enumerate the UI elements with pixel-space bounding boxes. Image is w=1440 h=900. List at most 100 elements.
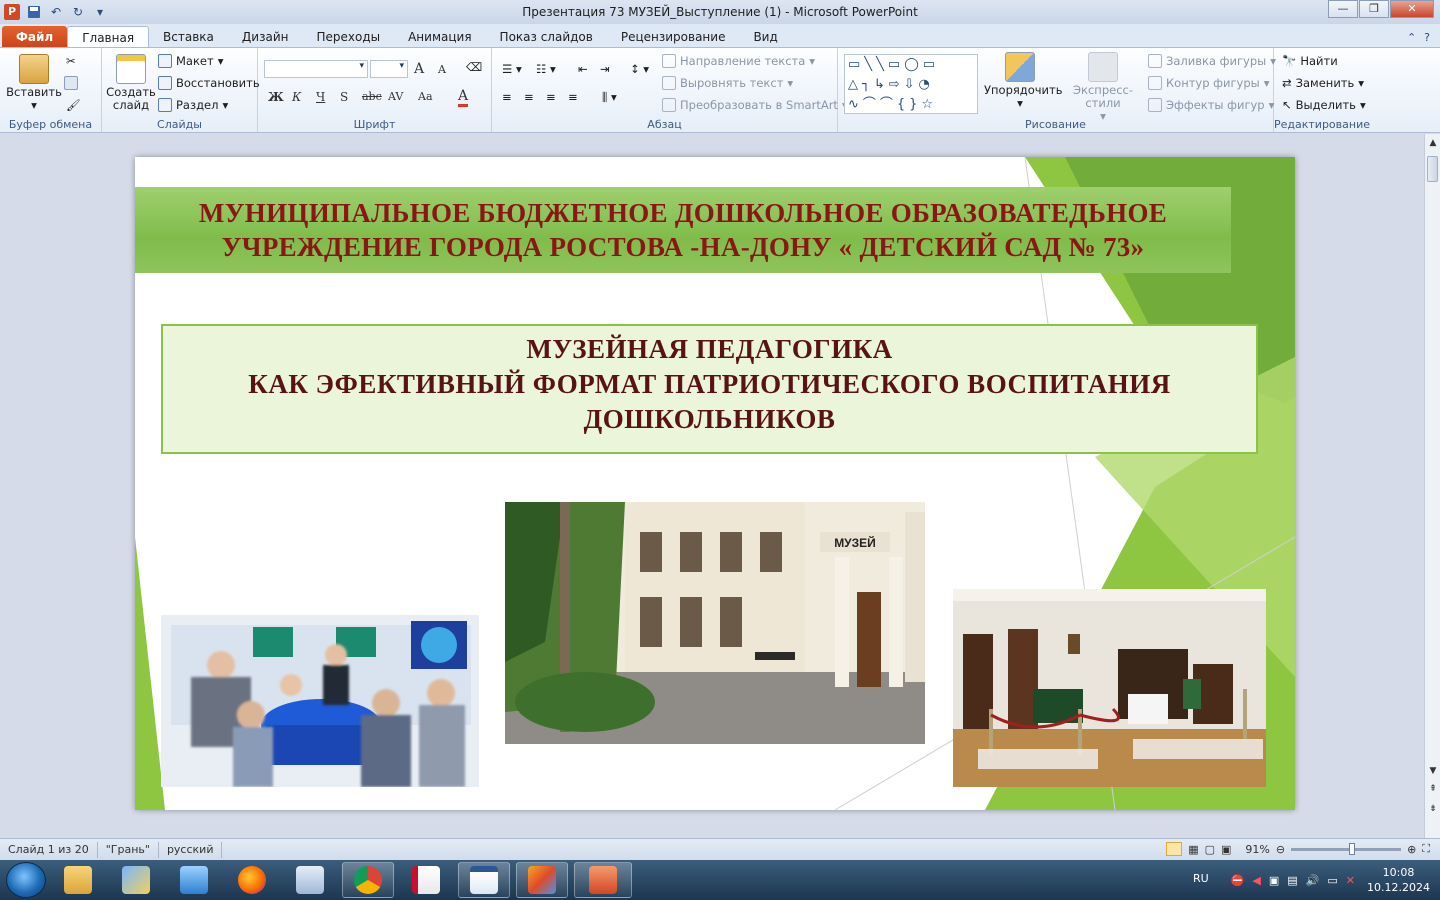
input-language[interactable]: RU: [1193, 872, 1209, 885]
copy-icon[interactable]: [64, 76, 78, 90]
shrink-font-button[interactable]: A: [438, 63, 446, 76]
paste-button[interactable]: Вставить ▾: [6, 54, 62, 112]
start-button[interactable]: [6, 862, 46, 898]
museum-building-photo[interactable]: МУЗЕЙ: [505, 502, 925, 744]
taskbar-firefox[interactable]: [226, 862, 278, 898]
font-name-combo[interactable]: ▾: [264, 60, 368, 78]
scroll-up-icon[interactable]: ▲: [1425, 136, 1440, 150]
zoom-slider[interactable]: [1291, 842, 1402, 855]
slide-canvas[interactable]: МУНИЦИПАЛЬНОЕ БЮДЖЕТНОЕ ДОШКОЛЬНОЕ ОБРАЗ…: [135, 157, 1295, 810]
reading-view-icon[interactable]: ▢: [1205, 843, 1215, 856]
vertical-scrollbar[interactable]: ▲ ▼ ⇞ ⇟: [1424, 134, 1440, 838]
taskbar-calculator[interactable]: [284, 862, 336, 898]
scroll-thumb[interactable]: [1427, 156, 1438, 182]
taskbar-paint[interactable]: [110, 862, 162, 898]
font-size-combo[interactable]: ▾: [370, 60, 408, 78]
slideshow-icon[interactable]: ▣: [1221, 843, 1231, 856]
previous-slide-icon[interactable]: ⇞: [1425, 782, 1440, 796]
new-slide-button[interactable]: Создать слайд: [106, 54, 156, 112]
tab-home[interactable]: Главная: [67, 26, 150, 48]
tab-insert[interactable]: Вставка: [149, 26, 228, 48]
align-text-button[interactable]: Выровнять текст ▾: [662, 76, 793, 90]
italic-button[interactable]: К: [292, 90, 301, 104]
underline-button[interactable]: Ч: [316, 90, 325, 104]
tab-transitions[interactable]: Переходы: [302, 26, 394, 48]
decrease-indent-icon[interactable]: ⇤: [578, 62, 588, 76]
taskbar-document[interactable]: [458, 862, 510, 898]
shape-effects-button[interactable]: Эффекты фигур ▾: [1148, 98, 1274, 112]
close-button[interactable]: ✕: [1390, 0, 1434, 18]
clock[interactable]: 10:08 10.12.2024: [1367, 865, 1430, 895]
quick-styles-button[interactable]: Экспресс-стили ▾: [1060, 52, 1146, 123]
scroll-down-icon[interactable]: ▼: [1425, 764, 1440, 778]
taskbar-media[interactable]: [168, 862, 220, 898]
taskbar-explorer[interactable]: [52, 862, 104, 898]
smartart-button[interactable]: Преобразовать в SmartArt ▾: [662, 98, 848, 112]
fit-slide-icon[interactable]: ⛶: [1422, 842, 1430, 856]
taskbar-powerpoint[interactable]: [574, 862, 632, 898]
format-painter-icon[interactable]: 🖌: [66, 98, 81, 112]
find-button[interactable]: 🔭 Найти: [1282, 54, 1338, 68]
align-left-icon[interactable]: ≡: [502, 90, 512, 104]
help-icon[interactable]: ?: [1424, 31, 1430, 44]
tab-slideshow[interactable]: Показ слайдов: [486, 26, 607, 48]
shadow-button[interactable]: S: [340, 90, 348, 104]
tab-view[interactable]: Вид: [739, 26, 791, 48]
save-icon[interactable]: [26, 4, 42, 20]
line-spacing-icon[interactable]: ↕ ▾: [630, 62, 649, 76]
zoom-in-icon[interactable]: ⊕: [1407, 843, 1416, 856]
minimize-button[interactable]: —: [1328, 0, 1358, 18]
align-center-icon[interactable]: ≡: [524, 90, 534, 104]
next-slide-icon[interactable]: ⇟: [1425, 802, 1440, 816]
restore-button[interactable]: ❐: [1359, 0, 1389, 18]
select-button[interactable]: ↖ Выделить ▾: [1282, 98, 1366, 112]
cut-icon[interactable]: ✂: [66, 54, 76, 68]
tab-file[interactable]: Файл: [2, 26, 68, 48]
powerpoint-app-icon[interactable]: P: [4, 4, 20, 20]
change-case-button[interactable]: Aa: [418, 90, 433, 103]
minimize-ribbon-icon[interactable]: ⌃: [1407, 31, 1416, 44]
align-right-icon[interactable]: ≡: [546, 90, 556, 104]
taskbar-gallery[interactable]: [516, 862, 568, 898]
replace-button[interactable]: ⇄ Заменить ▾: [1282, 76, 1364, 90]
zoom-out-icon[interactable]: ⊖: [1276, 843, 1285, 856]
bold-button[interactable]: Ж: [268, 90, 284, 104]
tray-display-icon[interactable]: ▭: [1327, 874, 1337, 887]
font-color-button[interactable]: A: [458, 88, 469, 107]
slide-sorter-icon[interactable]: ▦: [1188, 843, 1198, 856]
numbering-icon[interactable]: ☷ ▾: [536, 62, 556, 76]
shapes-gallery[interactable]: ▭╲╲▭◯▭ △┐↳⇨⇩◔ ∿⌒⌒{}☆: [844, 54, 978, 114]
tray-monitor-icon[interactable]: ▤: [1287, 874, 1297, 887]
tab-review[interactable]: Рецензирование: [607, 26, 740, 48]
redo-icon[interactable]: ↻: [70, 4, 86, 20]
museum-interior-photo[interactable]: [953, 589, 1266, 787]
tab-animation[interactable]: Анимация: [394, 26, 485, 48]
shape-outline-button[interactable]: Контур фигуры ▾: [1148, 76, 1270, 90]
arrange-button[interactable]: Упорядочить ▾: [984, 52, 1063, 110]
text-direction-button[interactable]: Направление текста ▾: [662, 54, 815, 68]
zoom-slider-knob[interactable]: [1348, 842, 1355, 855]
char-spacing-button[interactable]: AV: [388, 90, 403, 103]
columns-icon[interactable]: ⫼ ▾: [602, 90, 617, 105]
bullets-icon[interactable]: ☰ ▾: [502, 62, 522, 76]
taskbar-chrome[interactable]: [342, 862, 394, 898]
reset-button[interactable]: Восстановить: [158, 76, 260, 90]
language-indicator[interactable]: русский: [159, 841, 223, 858]
layout-button[interactable]: Макет ▾: [158, 54, 223, 68]
grow-font-button[interactable]: A: [414, 61, 424, 77]
section-button[interactable]: Раздел ▾: [158, 98, 228, 112]
tray-antivirus-icon[interactable]: ⛔: [1231, 874, 1245, 887]
taskbar-pdf[interactable]: [400, 862, 452, 898]
increase-indent-icon[interactable]: ⇥: [600, 62, 610, 76]
tab-design[interactable]: Дизайн: [228, 26, 303, 48]
tray-speaker-alert-icon[interactable]: ◀: [1252, 874, 1260, 887]
strikethrough-button[interactable]: abc: [362, 90, 382, 103]
tray-volume-icon[interactable]: 🔊: [1306, 874, 1320, 887]
normal-view-icon[interactable]: [1166, 842, 1183, 856]
tray-flag-icon[interactable]: ✕: [1346, 874, 1355, 887]
tray-network-icon[interactable]: ▣: [1269, 874, 1279, 887]
customize-quick-access-icon[interactable]: ▾: [92, 4, 108, 20]
shape-fill-button[interactable]: Заливка фигуры ▾: [1148, 54, 1276, 68]
children-photo[interactable]: [161, 615, 479, 787]
zoom-level[interactable]: 91%: [1245, 843, 1269, 856]
